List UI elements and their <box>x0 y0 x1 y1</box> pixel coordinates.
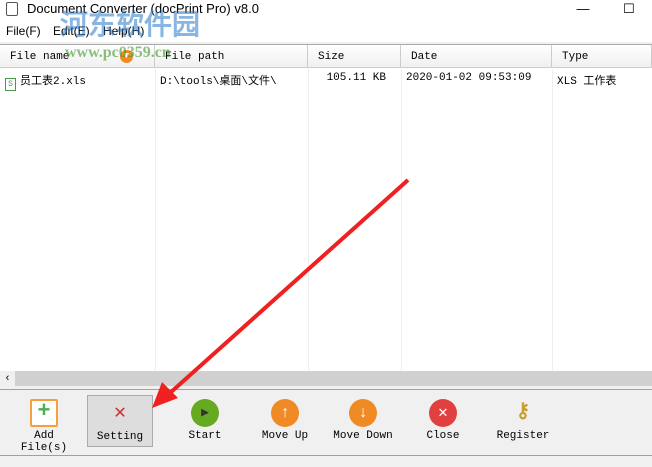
horizontal-scrollbar[interactable]: ‹ <box>0 371 652 386</box>
add-files-button[interactable]: + Add File(s) <box>8 395 80 454</box>
label: Setting <box>96 431 144 443</box>
menu-edit[interactable]: Edit(E) <box>53 24 90 38</box>
arrow-down-icon: ↓ <box>349 399 377 427</box>
maximize-button[interactable]: ☐ <box>606 0 652 20</box>
add-file-icon: + <box>30 399 58 427</box>
label: Close <box>426 430 460 442</box>
label: Move Up <box>261 430 309 442</box>
file-icon: S <box>5 78 16 91</box>
label: Move Down <box>333 430 393 442</box>
scroll-left-button[interactable]: ‹ <box>0 371 15 386</box>
menu-bar: File(F) Edit(E) Help(H) <box>0 20 652 42</box>
start-button[interactable]: ▶ Start <box>175 395 235 447</box>
move-up-button[interactable]: ↑ Move Up <box>255 395 315 447</box>
row-path: D:\tools\桌面\文件\ <box>160 76 277 88</box>
column-header-size[interactable]: Size <box>308 45 401 68</box>
app-icon <box>6 2 18 16</box>
keys-icon: ⚷ <box>515 401 531 424</box>
row-size: 105.11 KB <box>326 72 386 84</box>
row-type: XLS 工作表 <box>557 76 617 88</box>
register-button[interactable]: ⚷ Register <box>492 395 554 447</box>
setting-button[interactable]: ✕ Setting <box>87 395 153 447</box>
label: Register <box>496 430 550 442</box>
column-header-date[interactable]: Date <box>401 45 552 68</box>
menu-file[interactable]: File(F) <box>6 24 41 38</box>
column-header-file-path[interactable]: File path <box>155 45 308 68</box>
label: Add File(s) <box>20 430 68 454</box>
title-bar: Document Converter (docPrint Pro) v8.0 —… <box>0 0 652 20</box>
close-button[interactable]: ✕ Close <box>415 395 471 447</box>
row-date: 2020-01-02 09:53:09 <box>406 72 532 84</box>
close-icon: ✕ <box>429 399 457 427</box>
file-list[interactable]: File name ▼ File path Size Date Type S 员工表… <box>0 44 652 372</box>
arrow-up-icon: ↑ <box>271 399 299 427</box>
window-title: Document Converter (docPrint Pro) v8.0 <box>27 1 259 16</box>
minimize-button[interactable]: — <box>560 0 606 20</box>
menu-help[interactable]: Help(H) <box>103 24 144 38</box>
sort-icon: ▼ <box>120 50 133 63</box>
move-down-button[interactable]: ↓ Move Down <box>330 395 396 447</box>
tools-icon: ✕ <box>113 402 127 425</box>
column-header-type[interactable]: Type <box>552 45 652 68</box>
row-name: 员工表2.xls <box>20 76 87 88</box>
column-header-file-name[interactable]: File name ▼ <box>0 45 155 68</box>
label: Start <box>188 430 222 442</box>
header-label: File name <box>10 51 70 63</box>
play-icon: ▶ <box>191 399 219 427</box>
